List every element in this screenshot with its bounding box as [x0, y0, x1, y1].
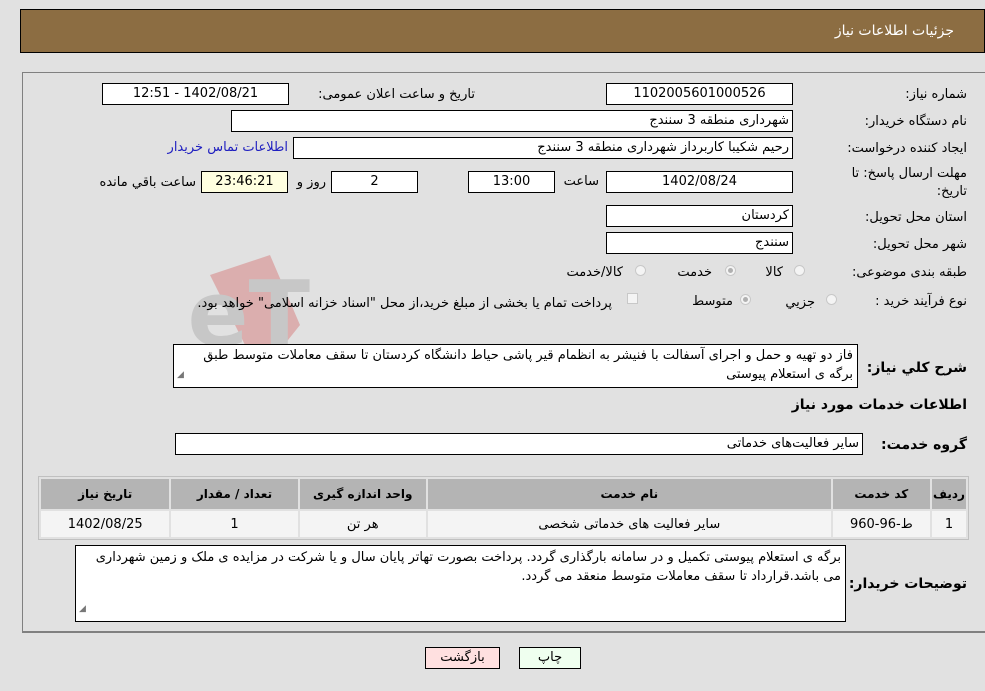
col-header-need-date: تاریخ نیاز [41, 479, 170, 509]
cell-need-date: 1402/08/25 [41, 511, 170, 537]
islamic-treasury-label: پرداخت تمام یا بخشی از مبلغ خرید،از محل … [197, 296, 612, 311]
service-group-field[interactable]: سایر فعالیت‌های خدماتی [175, 433, 863, 455]
category-option-service: خدمت [677, 265, 712, 280]
services-section-title: اطلاعات خدمات مورد نیاز [791, 397, 967, 413]
category-option-goods-service: کالا/خدمت [566, 265, 623, 280]
buyer-org-field[interactable]: شهرداری منطقه 3 سنندج [231, 110, 793, 132]
category-radio-goods[interactable] [794, 265, 805, 276]
description-textarea[interactable]: فاز دو تهیه و حمل و اجرای آسفالت با فنیش… [173, 344, 858, 388]
resize-grip-icon[interactable]: ◢ [79, 600, 86, 619]
services-table: ردیف کد خدمت نام خدمت واحد اندازه گیری ت… [38, 476, 969, 540]
purchase-type-label: نوع فرآیند خرید : [875, 294, 967, 309]
description-label: شرح کلي نیاز: [866, 360, 967, 376]
category-option-goods: کالا [765, 265, 783, 280]
col-header-quantity: تعداد / مقدار [171, 479, 298, 509]
requester-field[interactable]: رحیم شکیبا کاربرداز شهرداری منطقه 3 سنند… [293, 137, 793, 159]
divider [22, 632, 985, 633]
deadline-time-label: ساعت [563, 174, 599, 189]
cell-service-name: سایر فعالیت های خدماتی شخصی [427, 511, 831, 537]
service-group-label: گروه خدمت: [881, 437, 967, 453]
resize-grip-icon[interactable]: ◢ [177, 366, 184, 385]
purchase-option-medium: متوسط [692, 294, 733, 309]
description-text: فاز دو تهیه و حمل و اجرای آسفالت با فنیش… [203, 348, 853, 382]
requester-label: ایجاد کننده درخواست: [847, 141, 967, 156]
page-header: جزئیات اطلاعات نیاز [20, 9, 985, 53]
cell-row-number: 1 [931, 511, 966, 537]
need-number-label: شماره نیاز: [905, 87, 967, 102]
category-label: طبقه بندی موضوعی: [851, 265, 967, 280]
table-row: 1 ط-96-960 سایر فعالیت های خدماتی شخصی ه… [41, 511, 966, 537]
deadline-date-field[interactable]: 1402/08/24 [606, 171, 793, 193]
buyer-notes-textarea[interactable]: برگه ی استعلام پیوستی تکمیل و در سامانه … [75, 545, 846, 622]
purchase-radio-minor[interactable] [826, 294, 837, 305]
buyer-org-label: نام دستگاه خریدار: [864, 114, 967, 129]
page-title: جزئیات اطلاعات نیاز [834, 23, 954, 39]
col-header-row-number: ردیف [931, 479, 966, 509]
deadline-label-line1: مهلت ارسال پاسخ: تا [851, 166, 967, 181]
category-radio-goods-service[interactable] [635, 265, 646, 276]
category-radio-service[interactable] [725, 265, 736, 276]
purchase-radio-medium[interactable] [740, 294, 751, 305]
deadline-time-field[interactable]: 13:00 [468, 171, 555, 193]
col-header-service-name: نام خدمت [427, 479, 831, 509]
buyer-contact-link[interactable]: اطلاعات تماس خریدار [168, 140, 288, 155]
city-label: شهر محل تحویل: [872, 237, 967, 252]
col-header-service-code: کد خدمت [832, 479, 930, 509]
buyer-notes-text: برگه ی استعلام پیوستی تکمیل و در سامانه … [95, 550, 841, 584]
cell-service-code: ط-96-960 [832, 511, 930, 537]
city-field[interactable]: سنندج [606, 232, 793, 254]
time-remaining-label: ساعت باقي مانده [99, 175, 196, 190]
announce-datetime-field[interactable]: 1402/08/21 - 12:51 [102, 83, 289, 105]
buyer-notes-label: توضیحات خریدار: [848, 576, 967, 592]
islamic-treasury-checkbox[interactable] [627, 293, 638, 304]
time-remaining-field: 23:46:21 [201, 171, 288, 193]
purchase-option-minor: جزيي [785, 295, 815, 310]
back-button[interactable]: بازگشت [425, 647, 500, 669]
days-remaining-field[interactable]: 2 [331, 171, 418, 193]
cell-unit: هر تن [299, 511, 426, 537]
province-label: استان محل تحویل: [865, 210, 967, 225]
print-button[interactable]: چاپ [519, 647, 581, 669]
table-header-row: ردیف کد خدمت نام خدمت واحد اندازه گیری ت… [41, 479, 966, 509]
announce-datetime-label: تاریخ و ساعت اعلان عمومی: [318, 87, 475, 102]
need-number-field[interactable]: 1102005601000526 [606, 83, 793, 105]
days-label: روز و [296, 175, 326, 190]
deadline-label-line2: تاریخ: [936, 184, 967, 199]
province-field[interactable]: کردستان [606, 205, 793, 227]
cell-quantity: 1 [171, 511, 298, 537]
col-header-unit: واحد اندازه گیری [299, 479, 426, 509]
